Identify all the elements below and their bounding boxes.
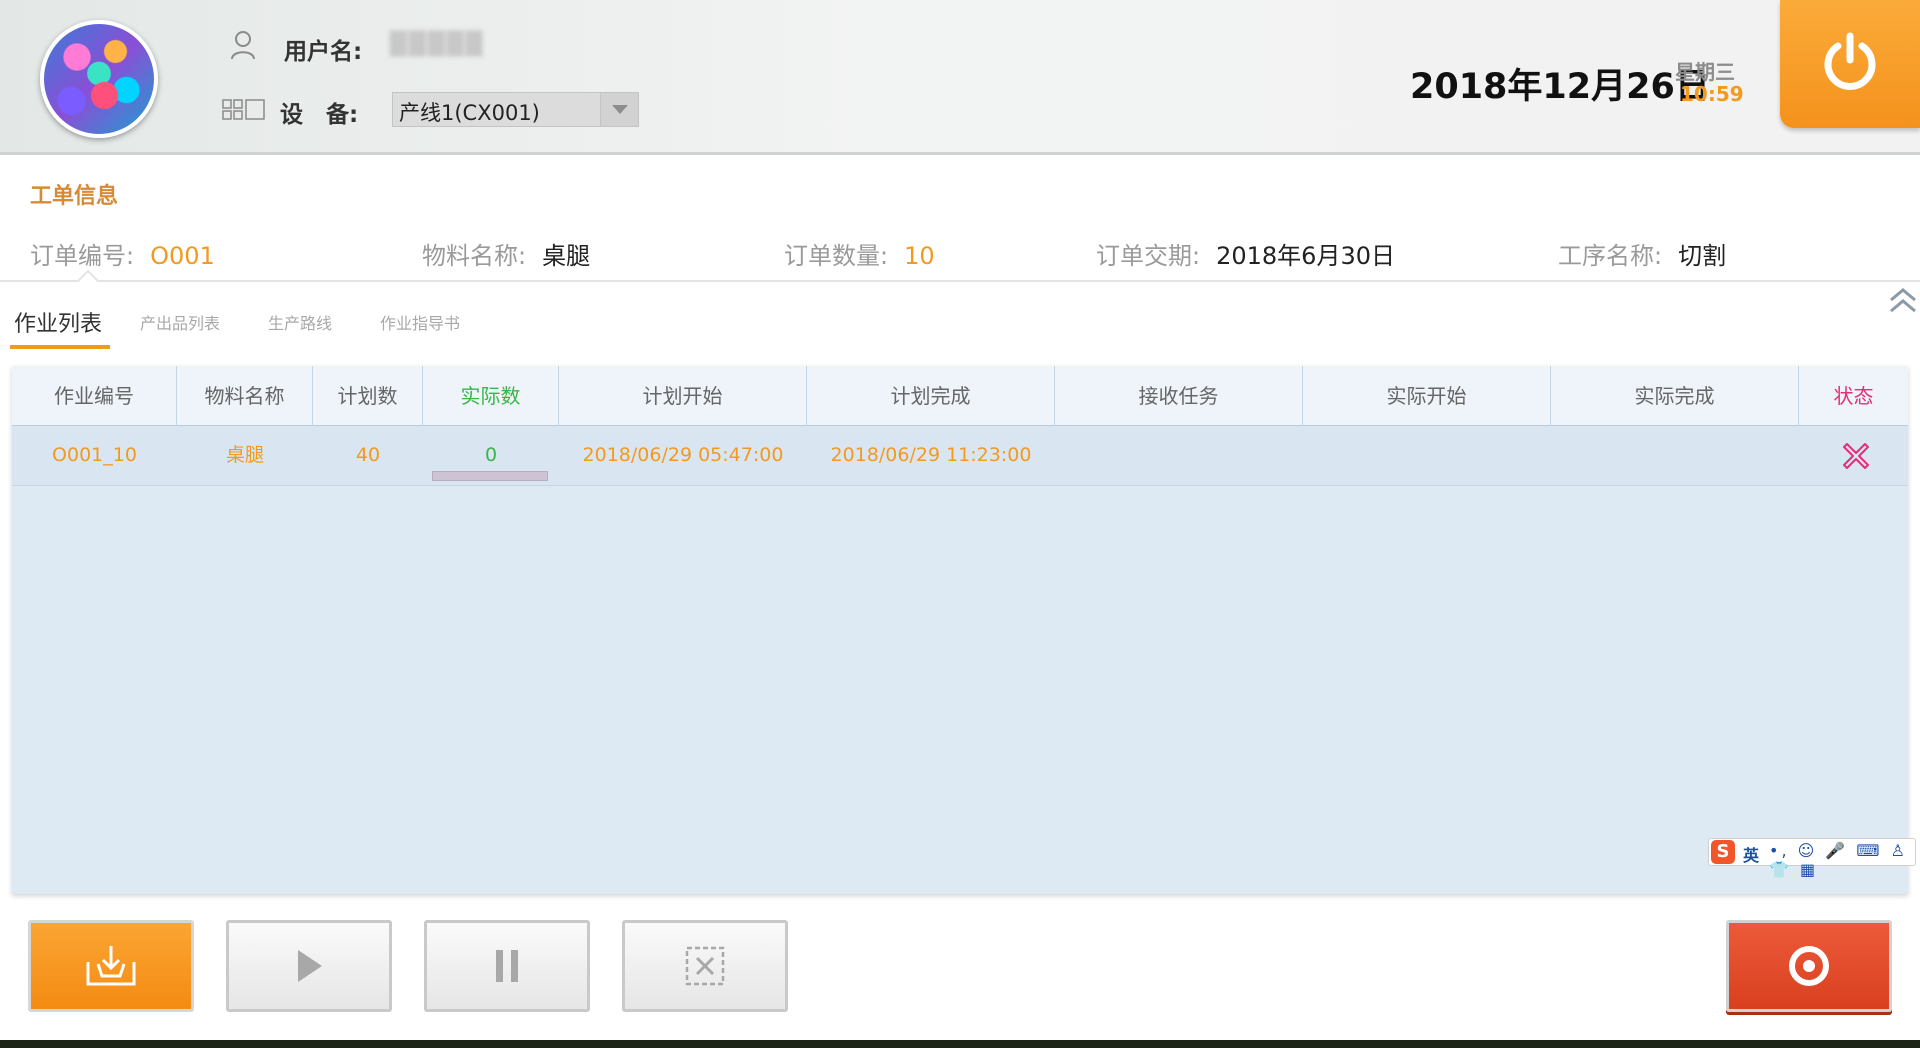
ime-tool-icons[interactable]: •, ☺ 🎤 ⌨ ♙ 👕 ▦ (1769, 841, 1915, 879)
cell-received (1055, 426, 1303, 486)
order-quantity-field: 订单数量: 10 (784, 236, 935, 271)
cell-actual-start (1303, 426, 1551, 486)
taskbar-strip (0, 1040, 1920, 1048)
order-quantity-value: 10 (904, 242, 935, 270)
column-header-actual-start[interactable]: 实际开始 (1303, 366, 1551, 426)
material-name-field: 物料名称: 桌腿 (422, 236, 590, 271)
cell-material: 桌腿 (225, 444, 264, 466)
order-quantity-label: 订单数量: (784, 242, 889, 270)
material-name-label: 物料名称: (422, 242, 527, 270)
tab-job-list[interactable]: 作业列表 (14, 306, 102, 338)
stop-button[interactable] (1726, 920, 1892, 1012)
column-header-job-no[interactable]: 作业编号 (12, 366, 177, 426)
tab-output-list[interactable]: 产出品列表 (140, 310, 220, 334)
start-button[interactable] (226, 920, 392, 1012)
column-header-planned-start[interactable]: 计划开始 (559, 366, 807, 426)
pause-button[interactable] (424, 920, 590, 1012)
device-select[interactable]: 产线1(CX001) (392, 92, 639, 127)
order-due-date-field: 订单交期: 2018年6月30日 (1096, 236, 1395, 271)
download-button[interactable] (28, 920, 194, 1012)
cancel-box-icon (685, 946, 725, 986)
play-icon (298, 950, 322, 982)
username-label: 用户名: (284, 39, 363, 65)
table-row[interactable]: O001_10 桌腿 40 0 2018/06/29 05:47:00 2018… (12, 426, 1908, 486)
download-tray-icon (86, 946, 136, 986)
column-header-planned-qty[interactable]: 计划数 (313, 366, 423, 426)
column-header-actual-qty[interactable]: 实际数 (423, 366, 559, 426)
info-divider (0, 280, 1920, 282)
column-header-actual-finish[interactable]: 实际完成 (1551, 366, 1799, 426)
device-grid-icon (222, 99, 265, 120)
order-due-date-value: 2018年6月30日 (1216, 242, 1395, 270)
process-name-field: 工序名称: 切割 (1558, 236, 1726, 271)
power-icon (1824, 32, 1876, 90)
current-date: 2018年12月26日 (1410, 67, 1710, 107)
job-table: 作业编号 物料名称 计划数 实际数 计划开始 计划完成 接收任务 实际开始 实际… (12, 366, 1916, 894)
process-name-label: 工序名称: (1558, 242, 1663, 270)
column-header-planned-finish[interactable]: 计划完成 (807, 366, 1055, 426)
power-button[interactable] (1780, 0, 1920, 128)
cell-actual-finish (1551, 426, 1799, 486)
material-name-value: 桌腿 (542, 242, 591, 270)
order-number-label: 订单编号: (30, 242, 135, 270)
cancel-button[interactable] (622, 920, 788, 1012)
column-header-status[interactable]: 状态 (1799, 366, 1908, 426)
user-avatar[interactable] (40, 20, 158, 138)
tab-production-route[interactable]: 生产路线 (268, 310, 332, 334)
cell-planned-finish: 2018/06/29 11:23:00 (830, 444, 1032, 466)
work-order-section-title: 工单信息 (30, 184, 119, 209)
order-number-value: O001 (150, 242, 215, 270)
order-due-date-label: 订单交期: (1096, 242, 1201, 270)
ime-toolbar[interactable]: S 英 •, ☺ 🎤 ⌨ ♙ 👕 ▦ (1708, 838, 1916, 879)
cell-planned-qty: 40 (355, 444, 381, 466)
info-divider-notch (76, 269, 100, 293)
tab-active-indicator (10, 345, 110, 349)
chevron-down-icon[interactable] (600, 93, 638, 126)
record-stop-icon (1789, 946, 1829, 986)
ime-language-toggle[interactable]: 英 (1743, 842, 1759, 866)
username-value: █████ (390, 32, 485, 57)
user-icon (231, 31, 255, 60)
pause-icon (496, 950, 518, 982)
process-name-value: 切割 (1678, 242, 1727, 270)
cell-planned-start: 2018/06/29 05:47:00 (582, 444, 784, 466)
tab-work-instructions[interactable]: 作业指导书 (380, 310, 460, 334)
actual-qty-progress-bar (432, 471, 548, 481)
current-weekday: 星期三 (1675, 60, 1735, 84)
device-label: 设 备: (280, 102, 359, 128)
top-header: 用户名: █████ 设 备: 产线1(CX001) 2018年12月26日 星… (0, 0, 1920, 155)
order-number-field: 订单编号: O001 (30, 236, 215, 271)
column-header-received[interactable]: 接收任务 (1055, 366, 1303, 426)
cross-icon[interactable] (1842, 442, 1870, 470)
column-header-material[interactable]: 物料名称 (177, 366, 313, 426)
collapse-up-icon[interactable] (1888, 286, 1918, 316)
cell-job-no: O001_10 (52, 444, 137, 466)
device-select-value: 产线1(CX001) (399, 101, 540, 125)
current-time: 10:59 (1680, 82, 1744, 106)
table-header-row: 作业编号 物料名称 计划数 实际数 计划开始 计划完成 接收任务 实际开始 实际… (12, 366, 1908, 426)
ime-logo[interactable]: S (1711, 840, 1735, 864)
